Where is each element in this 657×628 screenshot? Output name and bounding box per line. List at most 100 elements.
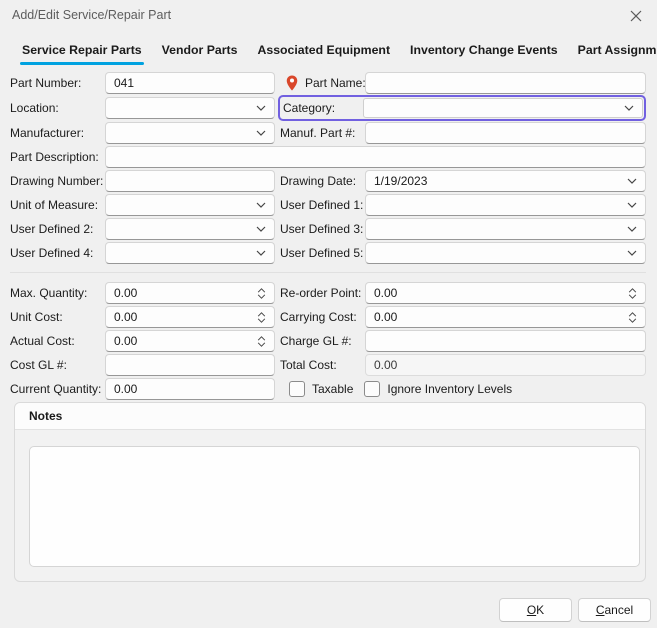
spinner-up-down-icon[interactable]	[257, 288, 266, 299]
titlebar: Add/Edit Service/Repair Part	[0, 0, 657, 30]
max-quantity-label: Max. Quantity:	[10, 286, 105, 300]
cost-gl-label: Cost GL #:	[10, 358, 105, 372]
user-defined-5-label: User Defined 5:	[280, 246, 363, 260]
chevron-down-icon	[256, 202, 266, 208]
cancel-button[interactable]: Cancel	[578, 598, 651, 622]
tab-label: Inventory Change Events	[410, 43, 558, 57]
spinner-up-down-icon[interactable]	[628, 312, 637, 323]
taxable-label: Taxable	[312, 382, 353, 396]
manufacturer-label: Manufacturer:	[10, 126, 105, 140]
cancel-rest: ancel	[604, 603, 633, 617]
spinner-up-down-icon[interactable]	[257, 312, 266, 323]
reorder-point-label: Re-order Point:	[280, 286, 361, 300]
part-description-label: Part Description:	[10, 150, 105, 164]
tab-label: Part Assignments	[578, 43, 657, 57]
reorder-point-value: 0.00	[374, 286, 397, 300]
ignore-inventory-levels-checkbox[interactable]	[364, 381, 380, 397]
part-name-input[interactable]	[365, 72, 646, 94]
unit-cost-value: 0.00	[114, 310, 137, 324]
location-label: Location:	[10, 101, 105, 115]
drawing-date-value: 1/19/2023	[374, 174, 427, 188]
manuf-part-number-input[interactable]	[365, 122, 646, 144]
close-button[interactable]	[627, 7, 645, 25]
actual-cost-value: 0.00	[114, 334, 137, 348]
part-number-label: Part Number:	[10, 76, 105, 90]
tab-inventory-change-events[interactable]: Inventory Change Events	[400, 40, 568, 67]
carrying-cost-spinner[interactable]: 0.00	[365, 306, 646, 328]
category-label: Category:	[283, 101, 363, 115]
carrying-cost-value: 0.00	[374, 310, 397, 324]
user-defined-1-select[interactable]	[365, 194, 646, 216]
tab-service-repair-parts[interactable]: Service Repair Parts	[12, 40, 152, 67]
unit-of-measure-select[interactable]	[105, 194, 275, 216]
window-title: Add/Edit Service/Repair Part	[12, 8, 171, 22]
category-focus-ring: Category:	[278, 95, 646, 121]
chevron-down-icon	[627, 202, 637, 208]
ok-button[interactable]: OK	[499, 598, 572, 622]
manufacturer-select[interactable]	[105, 122, 275, 144]
charge-gl-label: Charge GL #:	[280, 334, 352, 348]
manuf-part-number-label: Manuf. Part #:	[280, 126, 355, 140]
chevron-down-icon	[256, 226, 266, 232]
ignore-inventory-levels-label: Ignore Inventory Levels	[387, 382, 512, 396]
user-defined-3-select[interactable]	[365, 218, 646, 240]
tab-strip: Service Repair Parts Vendor Parts Associ…	[12, 40, 657, 67]
part-name-label: Part Name:	[305, 76, 366, 90]
tab-associated-equipment[interactable]: Associated Equipment	[247, 40, 400, 67]
notes-title: Notes	[29, 409, 62, 423]
chevron-down-icon	[624, 105, 634, 111]
ok-rest: K	[536, 603, 544, 617]
chevron-down-icon	[256, 130, 266, 136]
tab-label: Service Repair Parts	[22, 43, 142, 57]
reorder-point-spinner[interactable]: 0.00	[365, 282, 646, 304]
carrying-cost-label: Carrying Cost:	[280, 310, 357, 324]
cost-gl-input[interactable]	[105, 354, 275, 376]
unit-cost-label: Unit Cost:	[10, 310, 105, 324]
total-cost-field: 0.00	[365, 354, 646, 376]
form-area: Part Number: Part Name: Location: Catego…	[10, 72, 646, 582]
section-divider	[10, 272, 646, 273]
drawing-number-input[interactable]	[105, 170, 275, 192]
unit-cost-spinner[interactable]: 0.00	[105, 306, 275, 328]
tab-part-assignments[interactable]: Part Assignments	[568, 40, 657, 67]
notes-body	[15, 430, 645, 567]
drawing-date-label: Drawing Date:	[280, 174, 356, 188]
chevron-down-icon	[627, 226, 637, 232]
notes-textarea[interactable]	[29, 446, 640, 567]
location-pin-icon	[286, 75, 298, 91]
close-icon	[629, 9, 643, 23]
current-quantity-input[interactable]	[105, 378, 275, 400]
tab-vendor-parts[interactable]: Vendor Parts	[152, 40, 248, 67]
part-description-input[interactable]	[105, 146, 646, 168]
max-quantity-value: 0.00	[114, 286, 137, 300]
drawing-date-select[interactable]: 1/19/2023	[365, 170, 646, 192]
unit-of-measure-label: Unit of Measure:	[10, 198, 105, 212]
tab-label: Vendor Parts	[162, 43, 238, 57]
charge-gl-input[interactable]	[365, 330, 646, 352]
chevron-down-icon	[627, 178, 637, 184]
tab-label: Associated Equipment	[257, 43, 390, 57]
notes-header: Notes	[15, 403, 645, 430]
ok-accel: O	[527, 603, 536, 617]
user-defined-4-label: User Defined 4:	[10, 246, 105, 260]
location-select[interactable]	[105, 97, 275, 119]
user-defined-2-select[interactable]	[105, 218, 275, 240]
chevron-down-icon	[256, 105, 266, 111]
spinner-up-down-icon[interactable]	[257, 336, 266, 347]
total-cost-label: Total Cost:	[280, 358, 337, 372]
user-defined-3-label: User Defined 3:	[280, 222, 363, 236]
chevron-down-icon	[256, 250, 266, 256]
footer: OK Cancel	[499, 598, 651, 622]
user-defined-5-select[interactable]	[365, 242, 646, 264]
category-select[interactable]	[363, 98, 643, 118]
user-defined-4-select[interactable]	[105, 242, 275, 264]
taxable-checkbox[interactable]	[289, 381, 305, 397]
actual-cost-spinner[interactable]: 0.00	[105, 330, 275, 352]
part-number-input[interactable]	[105, 72, 275, 94]
user-defined-1-label: User Defined 1:	[280, 198, 363, 212]
actual-cost-label: Actual Cost:	[10, 334, 105, 348]
total-cost-value: 0.00	[374, 358, 397, 372]
max-quantity-spinner[interactable]: 0.00	[105, 282, 275, 304]
spinner-up-down-icon[interactable]	[628, 288, 637, 299]
drawing-number-label: Drawing Number:	[10, 174, 105, 188]
